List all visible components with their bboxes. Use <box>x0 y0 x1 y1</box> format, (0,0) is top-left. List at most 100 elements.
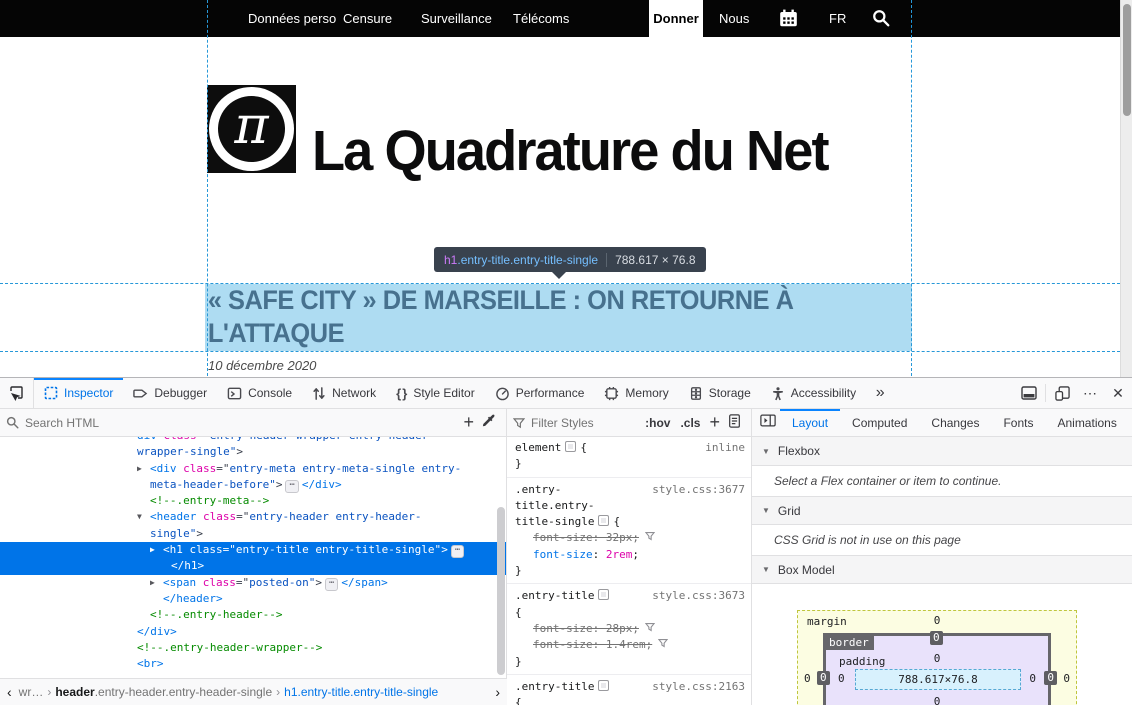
tab-storage[interactable]: Storage <box>679 378 761 408</box>
markup-line[interactable]: </div> <box>0 624 506 640</box>
boxmodel-section-header[interactable]: ▼Box Model <box>752 555 1132 584</box>
calendar-icon[interactable] <box>779 9 798 33</box>
highlight-selector-icon[interactable] <box>598 589 609 600</box>
border-right-value[interactable]: 0 <box>1044 671 1057 685</box>
nav-item-nous[interactable]: Nous <box>719 0 749 37</box>
nav-item-surveillance[interactable]: Surveillance <box>421 0 492 37</box>
rule-source[interactable]: style.css:3673 <box>652 588 745 604</box>
page-scrollbar-thumb[interactable] <box>1123 4 1131 116</box>
breadcrumb-item-header[interactable]: header.entry-header.entry-header-single <box>55 685 272 699</box>
expand-arrow-icon[interactable]: ▶ <box>150 575 155 591</box>
tab-fonts[interactable]: Fonts <box>991 409 1045 436</box>
markup-line[interactable]: <!--.entry-meta--> <box>0 493 506 509</box>
tab-layout[interactable]: Layout <box>780 409 840 436</box>
ellipsis-badge[interactable]: ⋯ <box>285 480 298 493</box>
tab-changes[interactable]: Changes <box>919 409 991 436</box>
margin-right-value[interactable]: 0 <box>1063 672 1070 685</box>
nav-item-telecoms[interactable]: Télécoms <box>513 0 569 37</box>
collapse-arrow-icon[interactable]: ▼ <box>762 506 770 515</box>
rule-source[interactable]: inline <box>705 440 745 456</box>
tab-debugger[interactable]: Debugger <box>123 378 217 408</box>
rule2-selector-line3[interactable]: title-single{ <box>507 514 751 530</box>
collapse-arrow-icon[interactable]: ▼ <box>762 565 770 574</box>
markup-line[interactable]: ▶<div class="entry-meta entry-meta-singl… <box>0 461 506 477</box>
rule-source[interactable]: style.css:3677 <box>652 482 745 498</box>
markup-line[interactable]: ▼<header class="entry-header entry-heade… <box>0 509 506 525</box>
search-html-input[interactable]: Search HTML <box>25 416 459 430</box>
flexbox-section-header[interactable]: ▼Flexbox <box>752 437 1132 466</box>
padding-right-value[interactable]: 0 <box>1029 672 1036 685</box>
markup-line[interactable]: div class="entry-header-wrapper entry-he… <box>0 437 506 444</box>
dock-options-button[interactable] <box>1015 378 1043 408</box>
rule4-selector[interactable]: .entry-titlestyle.css:2163 <box>507 679 751 695</box>
meatball-menu-button[interactable]: ⋯ <box>1076 378 1104 408</box>
print-simulation-button[interactable] <box>728 414 741 432</box>
markup-line[interactable]: meta-header-before">⋯</div> <box>0 477 506 493</box>
breadcrumb-item-h1-selected[interactable]: h1.entry-title.entry-title-single <box>284 685 438 699</box>
sidebar-toggle-icon[interactable] <box>760 414 776 431</box>
markup-line[interactable]: </h1> <box>0 558 506 574</box>
margin-left-value[interactable]: 0 <box>804 672 811 685</box>
pseudo-class-toggle[interactable]: :hov <box>645 416 670 430</box>
highlight-selector-icon[interactable] <box>598 515 609 526</box>
tab-network[interactable]: Network <box>302 378 386 408</box>
rule3-decl-overridden-2[interactable]: font-size: 1.4rem; <box>507 637 751 653</box>
padding-top-value[interactable]: 0 <box>797 652 1077 665</box>
markup-line[interactable]: <!--.entry-header--> <box>0 607 506 623</box>
tab-performance[interactable]: Performance <box>485 378 595 408</box>
nav-item-language[interactable]: FR <box>829 0 846 37</box>
highlight-selector-icon[interactable] <box>598 680 609 691</box>
tab-accessibility[interactable]: Accessibility <box>761 378 866 408</box>
search-icon[interactable] <box>872 9 890 32</box>
rule-source[interactable]: style.css:2163 <box>652 679 745 695</box>
overridden-filter-icon[interactable] <box>645 622 655 635</box>
border-left-value[interactable]: 0 <box>817 671 830 685</box>
filter-styles-input[interactable]: Filter Styles <box>531 416 640 430</box>
rule3-selector[interactable]: .entry-titlestyle.css:3673 <box>507 588 751 604</box>
more-tabs-button[interactable]: » <box>866 378 894 408</box>
site-logo[interactable]: π <box>207 85 296 173</box>
grid-section-header[interactable]: ▼Grid <box>752 496 1132 525</box>
border-top-value[interactable]: 0 <box>930 631 943 645</box>
rule2-decl-overridden[interactable]: font-size: 32px; <box>507 530 751 546</box>
rule2-selector-line1[interactable]: .entry-style.css:3677 <box>507 482 751 498</box>
tab-inspector[interactable]: Inspector <box>34 378 123 408</box>
nav-item-donnees-perso[interactable]: Données perso <box>248 0 336 37</box>
breadcrumb-scroll-right-icon[interactable]: › <box>488 684 507 700</box>
overridden-filter-icon[interactable] <box>658 638 668 651</box>
rule-element-open[interactable]: element{inline <box>507 440 751 456</box>
tab-style-editor[interactable]: { } Style Editor <box>386 378 485 408</box>
class-toggle[interactable]: .cls <box>680 416 700 430</box>
responsive-mode-button[interactable] <box>1048 378 1076 408</box>
markup-line[interactable]: <!--.entry-header-wrapper--> <box>0 640 506 656</box>
padding-left-value[interactable]: 0 <box>838 672 845 685</box>
tab-console[interactable]: Console <box>217 378 302 408</box>
ellipsis-badge[interactable]: ⋯ <box>451 545 464 558</box>
overridden-filter-icon[interactable] <box>645 531 655 544</box>
close-devtools-button[interactable]: ✕ <box>1104 378 1132 408</box>
nav-item-donner[interactable]: Donner <box>649 0 703 37</box>
page-scrollbar[interactable] <box>1120 0 1132 377</box>
markup-line[interactable]: </header> <box>0 591 506 607</box>
breadcrumb-item-wrapper[interactable]: wr… <box>19 685 44 699</box>
markup-line[interactable]: single"> <box>0 526 506 542</box>
nav-item-censure[interactable]: Censure <box>343 0 392 37</box>
rule2-decl-active[interactable]: font-size: 2rem; <box>507 547 751 563</box>
markup-line[interactable]: ▶<span class="posted-on">⋯</span> <box>0 575 506 591</box>
collapse-arrow-icon[interactable]: ▼ <box>762 447 770 456</box>
breadcrumb-scroll-left-icon[interactable]: ‹ <box>0 684 19 700</box>
padding-bottom-value[interactable]: 0 <box>797 695 1077 705</box>
eyedropper-button[interactable] <box>482 414 496 432</box>
expand-arrow-icon[interactable]: ▶ <box>137 461 142 477</box>
markup-line[interactable]: <br> <box>0 656 506 672</box>
tab-animations[interactable]: Animations <box>1045 409 1128 436</box>
tab-computed[interactable]: Computed <box>840 409 919 436</box>
margin-top-value[interactable]: 0 <box>797 614 1077 627</box>
markup-line[interactable]: wrapper-single"> <box>0 444 506 460</box>
tab-memory[interactable]: Memory <box>594 378 678 408</box>
add-rule-button[interactable]: + <box>709 412 720 433</box>
expand-arrow-icon[interactable]: ▶ <box>150 542 155 558</box>
boxmodel-content-box[interactable]: 788.617×76.8 <box>855 669 1021 690</box>
expand-arrow-icon[interactable]: ▼ <box>137 509 142 525</box>
rule3-decl-overridden-1[interactable]: font-size: 28px; <box>507 621 751 637</box>
